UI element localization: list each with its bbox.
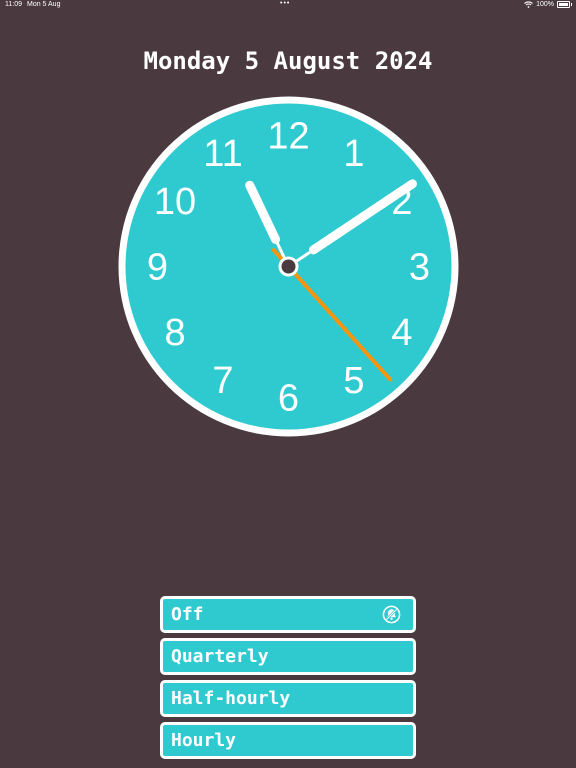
battery-icon — [557, 1, 572, 8]
clock-numeral: 1 — [343, 133, 364, 175]
status-date: Mon 5 Aug — [27, 1, 61, 8]
clock-numeral: 10 — [154, 181, 196, 223]
analog-clock: 12 1234567891011 — [118, 96, 459, 437]
chime-option-half-hourly[interactable]: Half-hourly — [160, 680, 416, 717]
clock-numeral: 9 — [147, 247, 168, 289]
bell-icon — [382, 605, 401, 624]
clock-hub — [281, 259, 296, 274]
clock-numeral: 7 — [212, 360, 233, 402]
wifi-icon — [524, 1, 533, 8]
status-right: 100% — [524, 1, 572, 8]
clock-numeral: 5 — [343, 360, 364, 402]
chime-options: Off Quarterly Half-hourly Hourly — [160, 596, 416, 764]
clock-numeral: 8 — [164, 312, 185, 354]
date-title: Monday 5 August 2024 — [143, 47, 433, 75]
status-time: 11:09 — [5, 1, 22, 8]
battery-percent: 100% — [536, 1, 554, 8]
status-bar: 11:09 Mon 5 Aug ••• 100% — [0, 0, 576, 12]
clock-numeral: 4 — [391, 312, 412, 354]
clock-numeral: 3 — [409, 247, 430, 289]
multitasking-dots-icon[interactable]: ••• — [280, 0, 290, 7]
chime-option-quarterly[interactable]: Quarterly — [160, 638, 416, 675]
chime-option-hourly[interactable]: Hourly — [160, 722, 416, 759]
clock-numeral: 6 — [278, 378, 299, 420]
chime-option-label: Off — [171, 604, 204, 625]
chime-option-off[interactable]: Off — [160, 596, 416, 633]
clock-numeral: 11 — [203, 133, 242, 175]
clock-numeral: 12 — [267, 116, 309, 158]
chime-option-label: Quarterly — [171, 646, 269, 667]
chime-option-label: Hourly — [171, 730, 237, 751]
chime-option-label: Half-hourly — [171, 688, 291, 709]
